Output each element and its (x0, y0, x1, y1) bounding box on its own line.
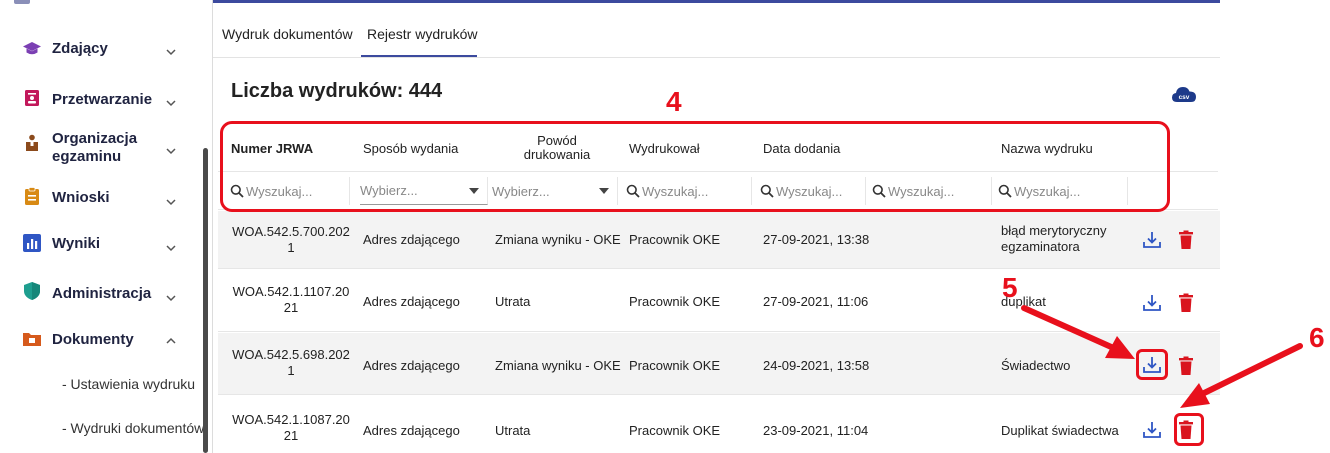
table-row: WOA.542.1.1087.20 21 Adres zdającego Utra… (218, 396, 1220, 453)
cell-jrwa-line2: 21 (283, 300, 299, 315)
download-icon[interactable] (1142, 293, 1162, 313)
cell-jrwa-line1: WOA.542.5.700.202 (232, 224, 350, 239)
chevron-down-icon (165, 96, 177, 108)
folder-icon (22, 329, 42, 349)
sidebar-item-przetwarzanie[interactable]: Przetwarzanie (0, 86, 200, 112)
cell-sposob: Adres zdającego (363, 423, 460, 438)
sidebar-item-label: Administracja (52, 285, 152, 302)
sidebar-subitem-ustawienia-wydruku[interactable]: - Ustawienia wydruku (62, 376, 195, 392)
cell-nazwa: Duplikat świadectwa (1001, 423, 1119, 438)
cell-jrwa-line2: 1 (287, 240, 295, 255)
table-row: WOA.542.5.700.202 1 Adres zdającego Zmian… (218, 211, 1220, 269)
chevron-down-icon (165, 144, 177, 156)
id-card-icon (22, 88, 42, 108)
clipboard-icon (22, 186, 42, 206)
cell-powod: Utrata (495, 423, 531, 438)
cell-jrwa: WOA.542.1.1087.20 21 (228, 412, 354, 444)
graduation-cap-icon (22, 39, 42, 59)
table-row: WOA.542.1.1107.20 21 Adres zdającego Utra… (218, 270, 1220, 332)
person-desk-icon (22, 133, 42, 153)
cell-jrwa: WOA.542.5.700.202 1 (228, 224, 354, 256)
annotation-box-table-header (220, 121, 1170, 212)
header-accent-bar (213, 0, 1220, 3)
cell-sposob: Adres zdającego (363, 294, 460, 309)
annotation-number-6: 6 (1309, 322, 1325, 353)
download-icon[interactable] (1142, 230, 1162, 250)
cell-data: 23-09-2021, 11:04 (763, 423, 869, 438)
sidebar-top-edge (0, 0, 212, 8)
annotation-number-4: 4 (666, 86, 682, 117)
sidebar-item-administracja[interactable]: Administracja (0, 280, 200, 306)
sidebar-divider (212, 0, 213, 453)
chevron-down-icon (165, 45, 177, 57)
sidebar-item-label: Zdający (52, 40, 108, 57)
sidebar-item-label: Wnioski (52, 189, 110, 206)
annotation-box-delete (1174, 413, 1204, 446)
cell-powod: Zmiana wyniku - OKE (495, 232, 621, 247)
annotation-number-5: 5 (1002, 272, 1018, 303)
cell-sposob: Adres zdającego (363, 232, 460, 247)
cell-nazwa-line2: egzaminatora (1001, 239, 1080, 254)
cell-wydrukowal: Pracownik OKE (629, 232, 721, 247)
cell-data: 27-09-2021, 11:06 (763, 294, 869, 309)
cell-jrwa-line1: WOA.542.5.698.202 (232, 347, 350, 362)
delete-icon[interactable] (1178, 356, 1194, 376)
cell-nazwa: błąd merytoryczny egzaminatora (1001, 223, 1106, 255)
sidebar-item-label-line2: egzaminu (52, 148, 122, 165)
sidebar-item-dokumenty[interactable]: Dokumenty (0, 326, 200, 352)
cell-jrwa-line1: WOA.542.1.1107.20 (232, 284, 350, 299)
download-icon[interactable] (1142, 420, 1162, 440)
tab-rejestr-wydrukow[interactable]: Rejestr wydruków (367, 26, 477, 42)
tab-bar: Wydruk dokumentów Rejestr wydruków (213, 22, 1220, 58)
tab-wydruk-dokumentow[interactable]: Wydruk dokumentów (222, 26, 353, 42)
cell-wydrukowal: Pracownik OKE (629, 294, 721, 309)
cell-jrwa: WOA.542.1.1107.20 21 (228, 284, 354, 316)
bar-chart-icon (22, 233, 42, 253)
csv-label: csv (1179, 94, 1190, 101)
delete-icon[interactable] (1178, 230, 1194, 250)
cell-jrwa-line2: 21 (283, 428, 299, 443)
cell-jrwa-line1: WOA.542.1.1087.20 (232, 412, 350, 427)
cell-powod: Zmiana wyniku - OKE (495, 358, 621, 373)
sidebar-top-stub (14, 0, 30, 4)
cell-jrwa: WOA.542.5.698.202 1 (228, 347, 354, 379)
sidebar-scrollbar[interactable] (203, 148, 208, 453)
delete-icon[interactable] (1178, 293, 1194, 313)
sidebar-item-label: Przetwarzanie (52, 91, 153, 108)
shield-icon (22, 281, 42, 301)
chevron-down-icon (165, 291, 177, 303)
sidebar-subitem-wydruki-dokumentow[interactable]: - Wydruki dokumentów (62, 420, 204, 436)
sidebar-item-zdajacy[interactable]: Zdający (0, 36, 200, 62)
active-tab-indicator (361, 55, 477, 57)
csv-export-button[interactable]: csv (1171, 84, 1197, 104)
cell-jrwa-line2: 1 (287, 363, 295, 378)
sidebar-item-organizacja-egzaminu[interactable]: Organizacja egzaminu (0, 128, 200, 168)
annotation-box-download (1136, 349, 1168, 380)
cell-nazwa-line1: błąd merytoryczny (1001, 223, 1107, 238)
sidebar-item-label: Wyniki (52, 235, 101, 252)
sidebar-item-label: Organizacja (52, 130, 138, 147)
page-title: Liczba wydruków: 444 (231, 80, 443, 102)
chevron-down-icon (165, 195, 177, 207)
chevron-down-icon (165, 241, 177, 253)
cloud-csv-icon: csv (1172, 87, 1196, 102)
sidebar-item-wyniki[interactable]: Wyniki (0, 230, 200, 256)
sidebar-item-label: Dokumenty (52, 331, 134, 348)
sidebar: Zdający Przetwarzanie Organizacja egzami… (0, 0, 212, 453)
cell-data: 24-09-2021, 13:58 (763, 358, 870, 373)
chevron-up-icon (165, 334, 177, 346)
cell-sposob: Adres zdającego (363, 358, 460, 373)
cell-data: 27-09-2021, 13:38 (763, 232, 870, 247)
cell-wydrukowal: Pracownik OKE (629, 358, 721, 373)
table-row: WOA.542.5.698.202 1 Adres zdającego Zmian… (218, 333, 1220, 395)
cell-wydrukowal: Pracownik OKE (629, 423, 721, 438)
cell-powod: Utrata (495, 294, 531, 309)
cell-nazwa: Świadectwo (1001, 358, 1071, 373)
sidebar-item-wnioski[interactable]: Wnioski (0, 184, 200, 210)
